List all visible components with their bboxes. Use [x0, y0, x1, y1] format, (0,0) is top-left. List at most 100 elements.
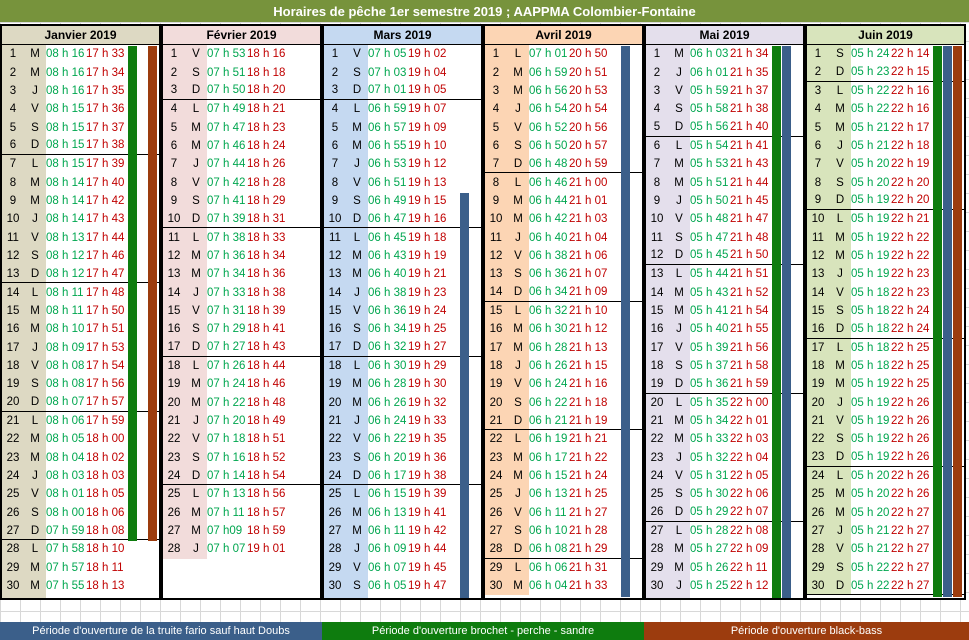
sunset-time: 20 h 48	[408, 595, 452, 599]
day-number: 4	[807, 100, 829, 119]
day-letter: M	[507, 576, 529, 596]
day-number: 25	[324, 485, 346, 504]
month-header: Avril 2019	[485, 26, 642, 45]
day-letter: L	[346, 228, 368, 247]
sunset-time: 18 h 28	[247, 176, 286, 189]
day-number: 6	[2, 136, 24, 155]
sunrise-time: 07 h 14	[207, 469, 246, 482]
sunset-time: 21 h 24	[569, 470, 608, 483]
day-number: 29	[324, 558, 346, 577]
sunrise-time: 07 h 13	[207, 488, 246, 501]
day-number: 10	[2, 210, 24, 229]
day-number: 20	[646, 393, 668, 412]
sunset-time: 18 h 44	[247, 360, 286, 373]
day-number: 16	[807, 320, 829, 338]
sunrise-time: 05 h 19	[851, 451, 890, 464]
day-number: 13	[163, 265, 185, 284]
sunset-time: 22 h 01	[730, 415, 769, 428]
day-letter: J	[24, 595, 46, 598]
day-letter: V	[668, 210, 690, 229]
day-number: 21	[163, 411, 185, 431]
day-row: 20 M 06 h 26 19 h 32	[324, 393, 481, 412]
sunrise-time: 07 h 53	[207, 48, 246, 61]
day-row: 28 J 07 h 07 19 h 01	[163, 540, 320, 559]
sunrise-time: 05 h 35	[690, 396, 729, 409]
day-number: 25	[2, 485, 24, 504]
sunrise-time: 05 h 36	[690, 377, 729, 390]
sunset-time: 17 h 44	[86, 231, 125, 244]
sunset-time: 21 h 19	[569, 414, 608, 427]
day-number: 8	[807, 173, 829, 192]
day-number: 1	[485, 45, 507, 64]
sunset-time: 22 h 22	[891, 249, 930, 262]
day-row: 8 L 06 h 46 21 h 00	[485, 173, 642, 192]
sunset-time: 19 h 35	[408, 433, 447, 446]
day-number: 12	[324, 246, 346, 266]
day-number: 1	[2, 45, 24, 64]
sunset-time: 22 h 22	[891, 231, 930, 244]
sunset-time: 18 h 34	[247, 249, 286, 262]
day-number: 3	[2, 81, 24, 101]
sunrise-time: 06 h 59	[368, 103, 407, 116]
day-letter: L	[24, 283, 46, 302]
sunrise-time: 08 h 09	[46, 341, 85, 354]
day-row: 6 M 07 h 46 18 h 24	[163, 136, 320, 156]
sunrise-time: 07 h 44	[207, 158, 246, 171]
day-number: 21	[646, 411, 668, 431]
day-number: 26	[163, 503, 185, 522]
day-number: 2	[485, 63, 507, 82]
day-letter: J	[24, 81, 46, 101]
sunset-time: 22 h 12	[730, 580, 769, 593]
sunset-time: 18 h 39	[247, 304, 286, 317]
day-number: 14	[324, 283, 346, 302]
sunset-time: 19 h 33	[408, 415, 447, 428]
day-letter: L	[24, 411, 46, 431]
month-4: Mai 2019 1 M 06 h 03 21 h 34 2 J 06 h 01 21 h 35…	[644, 24, 805, 600]
day-letter: J	[668, 191, 690, 211]
day-row: 13 S 06 h 36 21 h 07	[485, 265, 642, 284]
day-number: 11	[485, 228, 507, 247]
sunset-time: 21 h 09	[569, 286, 608, 299]
sunrise-time: 06 h 48	[529, 157, 568, 170]
day-number: 26	[807, 503, 829, 522]
sunset-time: 19 h 45	[408, 561, 447, 574]
sunrise-time: 07 h 20	[207, 415, 246, 428]
day-letter: S	[668, 100, 690, 119]
sunrise-time: 05 h 21	[851, 525, 890, 538]
sunset-time: 21 h 35	[730, 66, 769, 79]
day-row: 18 J 06 h 26 21 h 15	[485, 356, 642, 376]
sunrise-time: 05 h 22	[851, 84, 890, 97]
sunrise-time: 08 h 16	[46, 48, 85, 61]
sunset-time: 20 h 59	[569, 157, 608, 170]
month-2: Mars 2019 1 V 07 h 05 19 h 02 2 S 07 h 03 19 h 0…	[322, 24, 483, 600]
sunset-time: 19 h 30	[408, 378, 447, 391]
legend: Période d'ouverture de la truite fario s…	[0, 622, 969, 640]
day-number: 8	[646, 173, 668, 192]
month-header: Mai 2019	[646, 26, 803, 45]
day-letter: M	[24, 448, 46, 467]
day-letter: L	[185, 356, 207, 376]
day-letter: D	[185, 210, 207, 228]
sunset-time: 21 h 16	[569, 378, 608, 391]
sunset-time: 22 h 26	[891, 451, 930, 464]
day-letter: D	[185, 338, 207, 356]
sunset-time: 19 h 10	[408, 139, 447, 152]
sunset-time: 17 h 40	[86, 176, 125, 189]
day-number: 14	[646, 283, 668, 302]
sunset-time: 17 h 38	[86, 139, 125, 152]
day-number: 6	[324, 136, 346, 156]
sunset-time: 18 h 13	[86, 580, 125, 593]
day-number: 2	[2, 63, 24, 82]
sunset-time: 18 h 23	[247, 121, 286, 134]
sunset-time: 22 h 27	[891, 579, 930, 592]
day-number: 30	[485, 576, 507, 596]
sunset-time: 20 h 51	[569, 66, 608, 79]
sunset-time: 18 h 29	[247, 194, 286, 207]
day-letter: V	[507, 118, 529, 137]
sunrise-time: 06 h 57	[368, 121, 407, 134]
day-letter: S	[185, 63, 207, 82]
sunrise-time: 05 h 26	[690, 561, 729, 574]
day-letter: M	[507, 81, 529, 101]
day-letter: M	[507, 210, 529, 229]
sunrise-time: 08 h 04	[46, 451, 85, 464]
